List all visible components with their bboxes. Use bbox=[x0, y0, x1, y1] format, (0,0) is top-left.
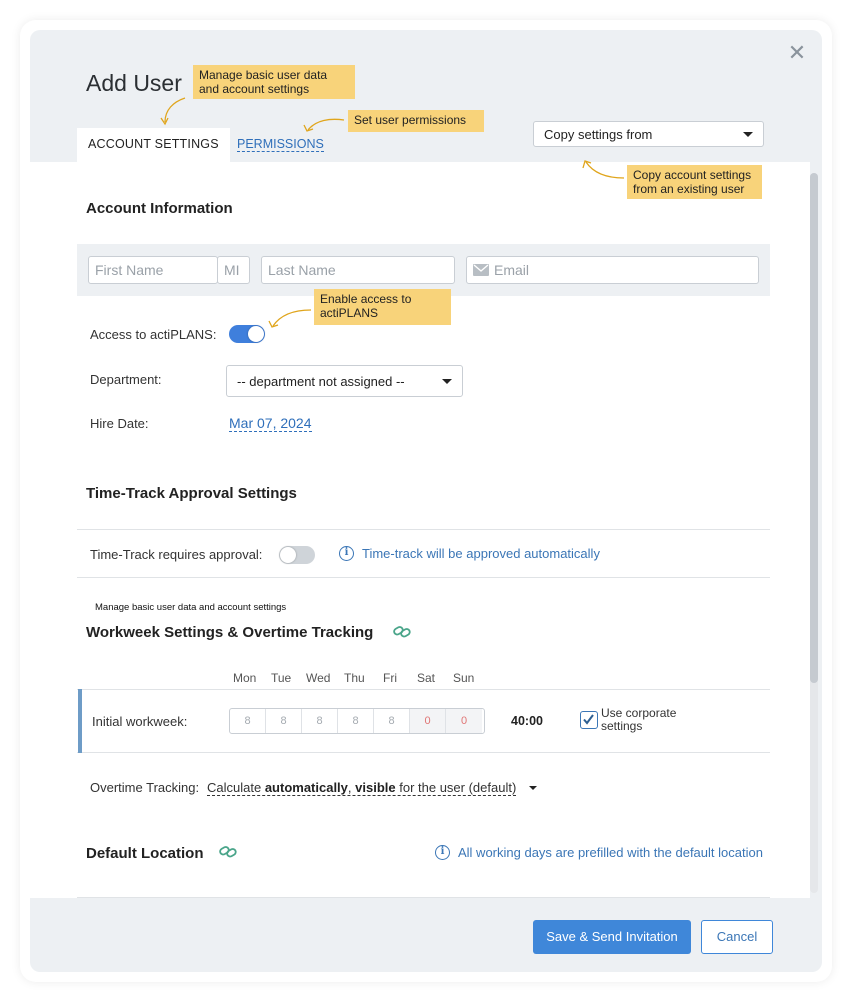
link-icon[interactable] bbox=[219, 846, 237, 858]
workweek-note: Manage basic user data and account setti… bbox=[95, 602, 287, 613]
day-header-sun: Sun bbox=[453, 671, 475, 685]
info-icon: i bbox=[435, 845, 450, 860]
hours-input-fri[interactable]: 8 bbox=[374, 709, 410, 733]
approval-heading: Time-Track Approval Settings bbox=[86, 485, 297, 502]
dialog-title: Add User bbox=[86, 70, 182, 96]
link-icon[interactable] bbox=[393, 626, 411, 638]
day-header-fri: Fri bbox=[383, 671, 397, 685]
hire-date-label: Hire Date: bbox=[90, 416, 149, 431]
department-value: -- department not assigned -- bbox=[237, 373, 405, 389]
overtime-auto: automatically bbox=[264, 780, 348, 795]
location-info: i All working days are prefilled with th… bbox=[435, 845, 763, 860]
workweek-total: 40:00 bbox=[511, 714, 543, 728]
tooltip-arrow-icon bbox=[303, 118, 345, 132]
tooltip-arrow-icon bbox=[160, 97, 186, 126]
divider bbox=[77, 529, 770, 530]
tooltip-copy-settings: Copy account settings from an existing u… bbox=[627, 165, 762, 199]
envelope-icon bbox=[473, 264, 489, 276]
use-corporate-label: Use corporate settings bbox=[601, 706, 677, 733]
overtime-prefix: Calculate bbox=[207, 780, 265, 795]
day-header-thu: Thu bbox=[344, 671, 365, 685]
access-actiplans-label: Access to actiPLANS: bbox=[90, 327, 217, 342]
copy-settings-select[interactable]: Copy settings from bbox=[533, 121, 764, 147]
default-location-heading: Default Location bbox=[86, 845, 204, 862]
tooltip-arrow-icon bbox=[268, 309, 312, 328]
chevron-down-icon[interactable] bbox=[529, 786, 537, 790]
day-header-tue: Tue bbox=[271, 671, 292, 685]
day-header-mon: Mon bbox=[233, 671, 257, 685]
tab-account-settings[interactable]: ACCOUNT SETTINGS bbox=[77, 128, 230, 162]
tab-permissions-label: PERMISSIONS bbox=[237, 137, 324, 152]
hours-input-tue[interactable]: 8 bbox=[266, 709, 302, 733]
chevron-down-icon bbox=[442, 378, 452, 384]
tooltip-arrow-icon bbox=[582, 160, 625, 179]
department-select[interactable]: -- department not assigned -- bbox=[226, 365, 463, 397]
tooltip-permissions: Set user permissions bbox=[348, 110, 484, 132]
close-icon[interactable]: ✕ bbox=[786, 42, 808, 64]
initial-workweek-label: Initial workweek: bbox=[92, 714, 188, 729]
last-name-field[interactable]: Last Name bbox=[261, 256, 455, 284]
use-corporate-checkbox[interactable] bbox=[580, 711, 598, 729]
hours-input-mon[interactable]: 8 bbox=[230, 709, 266, 733]
requires-approval-toggle[interactable] bbox=[279, 546, 315, 564]
hours-input-thu[interactable]: 8 bbox=[338, 709, 374, 733]
divider bbox=[77, 577, 770, 578]
approval-info-text: Time-track will be approved automaticall… bbox=[362, 546, 600, 561]
row-highlight-bar bbox=[78, 689, 82, 753]
copy-settings-value: Copy settings from bbox=[544, 126, 653, 142]
cancel-button[interactable]: Cancel bbox=[701, 920, 773, 954]
chevron-down-icon bbox=[743, 131, 753, 137]
scrollbar-thumb[interactable] bbox=[810, 173, 818, 683]
middle-initial-field[interactable]: MI bbox=[217, 256, 250, 284]
hours-input-sat[interactable]: 0 bbox=[410, 709, 446, 733]
hours-input-wed[interactable]: 8 bbox=[302, 709, 338, 733]
department-label: Department: bbox=[90, 372, 162, 387]
toggle-knob bbox=[280, 547, 296, 563]
checkmark-icon bbox=[583, 714, 594, 725]
workweek-heading: Workweek Settings & Overtime Tracking bbox=[86, 624, 374, 641]
email-field[interactable]: Email bbox=[466, 256, 759, 284]
workweek-hours: 8 8 8 8 8 0 0 bbox=[229, 708, 485, 734]
access-actiplans-toggle[interactable] bbox=[229, 325, 265, 343]
tooltip-manage-user: Manage basic user data and account setti… bbox=[193, 65, 355, 99]
first-name-field[interactable]: First Name bbox=[88, 256, 218, 284]
overtime-select[interactable]: Calculate automatically, visible for the… bbox=[207, 780, 517, 796]
day-header-wed: Wed bbox=[306, 671, 331, 685]
overtime-suffix: for the user (default) bbox=[395, 780, 517, 795]
requires-approval-label: Time-Track requires approval: bbox=[90, 547, 263, 562]
save-send-invitation-button[interactable]: Save & Send Invitation bbox=[533, 920, 691, 954]
divider bbox=[77, 897, 770, 898]
info-icon: i bbox=[339, 546, 354, 561]
overtime-label: Overtime Tracking: bbox=[90, 780, 200, 795]
email-placeholder: Email bbox=[494, 262, 530, 278]
tooltip-actiplans: Enable access to actiPLANS bbox=[314, 289, 451, 325]
toggle-knob bbox=[248, 326, 264, 342]
account-information-heading: Account Information bbox=[86, 200, 233, 217]
location-info-text: All working days are prefilled with the … bbox=[458, 845, 763, 860]
day-header-sat: Sat bbox=[417, 671, 436, 685]
approval-info: i Time-track will be approved automatica… bbox=[339, 546, 600, 561]
hire-date-picker[interactable]: Mar 07, 2024 bbox=[229, 415, 312, 432]
overtime-visible: visible bbox=[355, 780, 396, 795]
hours-input-sun[interactable]: 0 bbox=[446, 709, 482, 733]
